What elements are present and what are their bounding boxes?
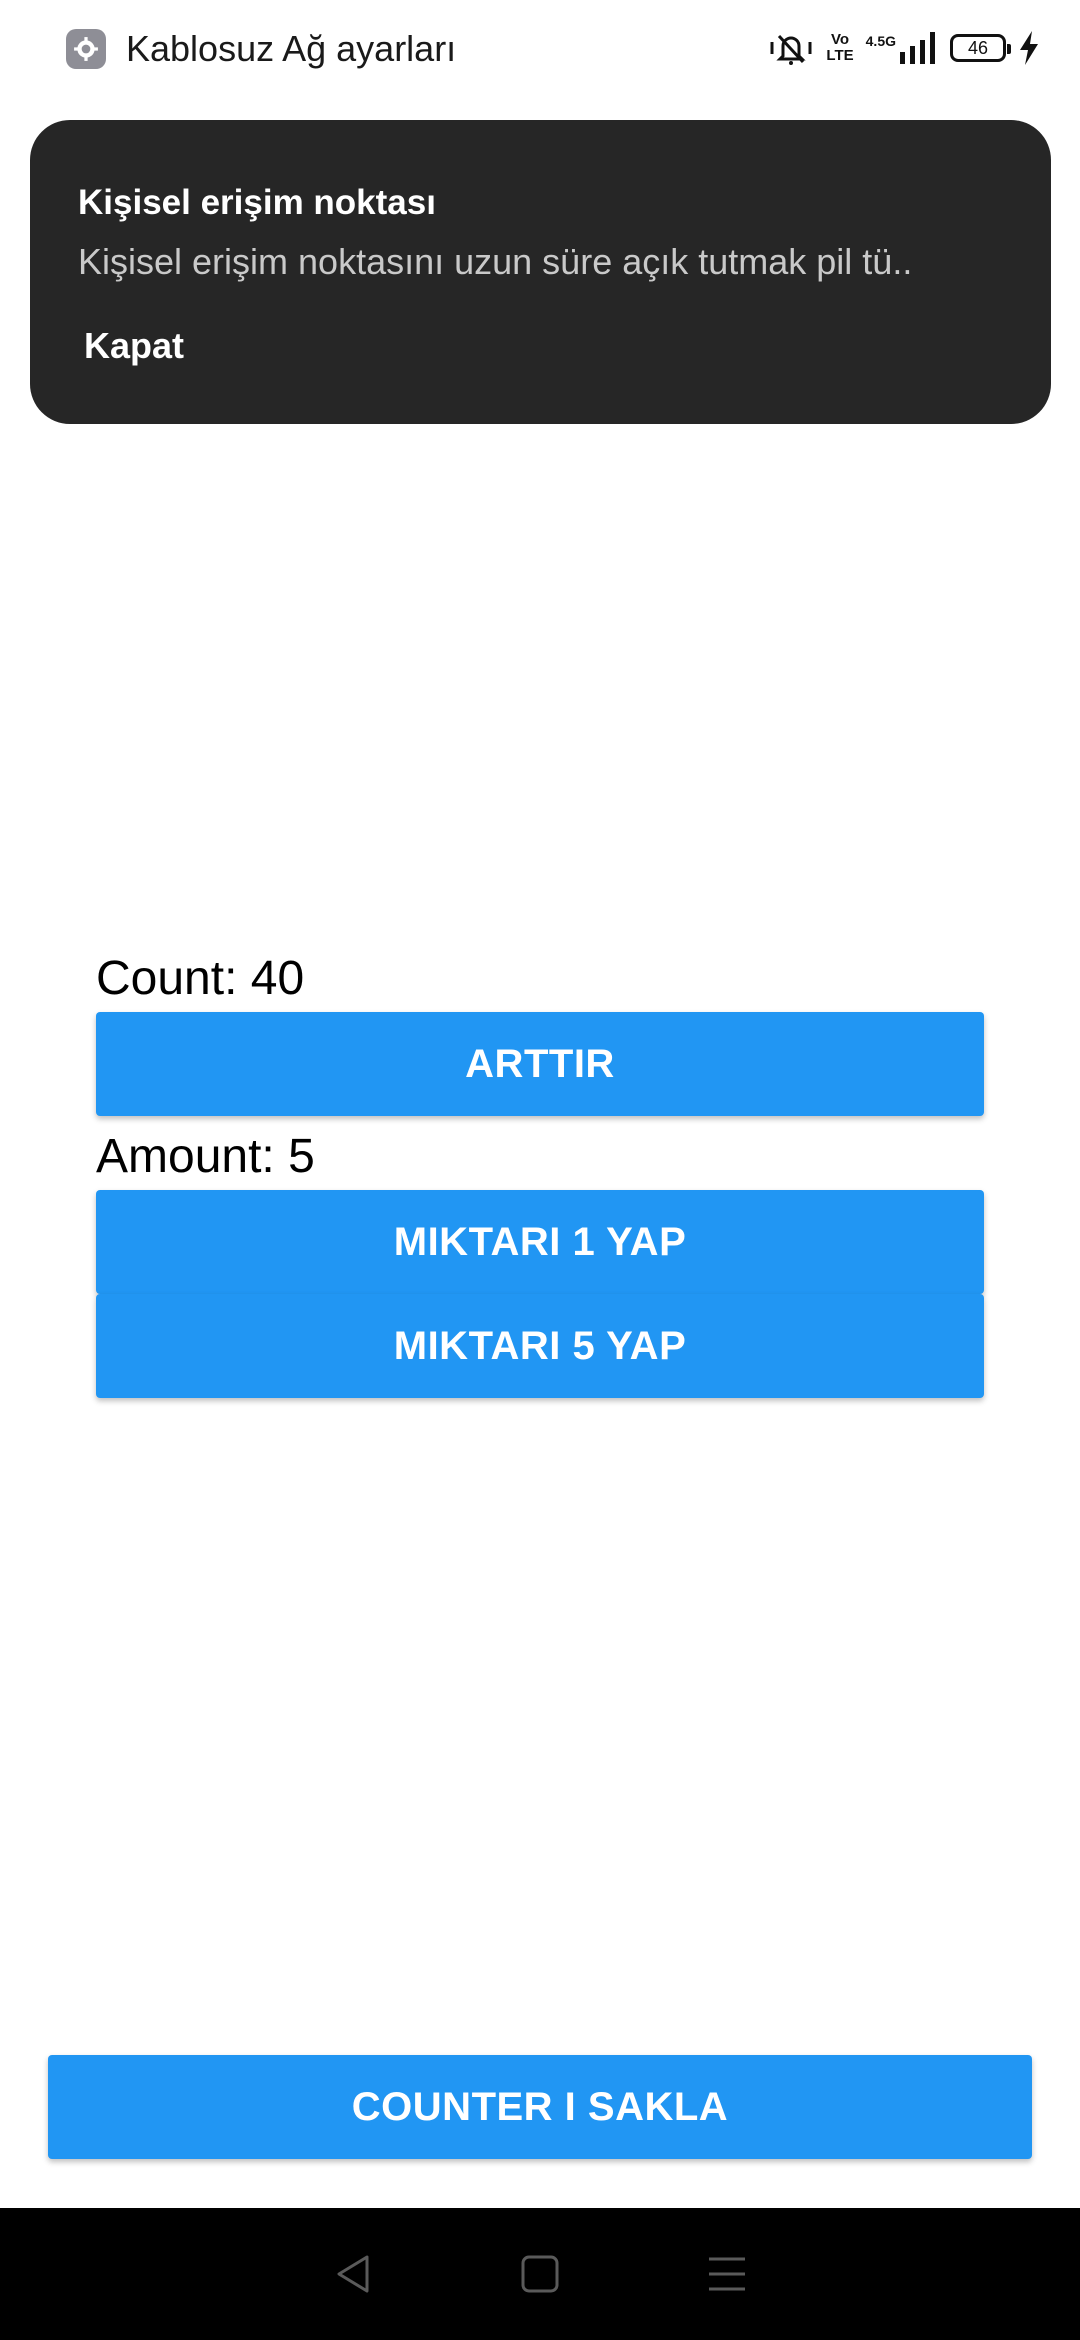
home-icon[interactable] [520, 2254, 560, 2294]
settings-gear-icon [66, 29, 106, 69]
status-app-name: Kablosuz Ağ ayarları [126, 28, 457, 69]
network-type-label: 4.5G [865, 33, 896, 49]
set-amount-1-button[interactable]: MIKTARI 1 YAP [96, 1190, 984, 1294]
navigation-bar [0, 2208, 1080, 2340]
back-icon[interactable] [333, 2253, 373, 2295]
battery-level: 46 [967, 37, 989, 58]
count-label: Count: 40 [96, 952, 305, 1005]
increment-button[interactable]: ARTTIR [96, 1012, 984, 1116]
notification-message: Kişisel erişim noktasını uzun süre açık … [78, 241, 913, 282]
amount-label: Amount: 5 [96, 1130, 315, 1183]
volte-bottom-text: LTE [826, 47, 854, 64]
menu-icon[interactable] [707, 2255, 747, 2293]
mute-vibrate-icon [768, 30, 814, 66]
volte-top-text: Vo [831, 31, 850, 48]
counter-panel: Count: 40 ARTTIR Amount: 5 MIKTARI 1 YAP… [96, 946, 984, 1398]
battery-icon: 46 [950, 34, 1011, 62]
charging-bolt-icon [1018, 31, 1040, 65]
hide-counter-button[interactable]: COUNTER I SAKLA [48, 2055, 1032, 2159]
status-app: Kablosuz Ağ ayarları [66, 28, 456, 70]
volte-icon: Vo LTE [826, 32, 853, 64]
hotspot-notification: Kişisel erişim noktası Kişisel erişim no… [30, 120, 1051, 424]
set-amount-5-button[interactable]: MIKTARI 5 YAP [96, 1294, 984, 1398]
notification-title: Kişisel erişim noktası [78, 183, 436, 222]
status-icons: Vo LTE 4.5G 46 [768, 28, 1040, 68]
signal-icon [900, 32, 938, 64]
close-notification-button[interactable]: Kapat [84, 324, 184, 368]
status-bar: Kablosuz Ağ ayarları Vo LTE 4.5G 46 [0, 0, 1080, 100]
